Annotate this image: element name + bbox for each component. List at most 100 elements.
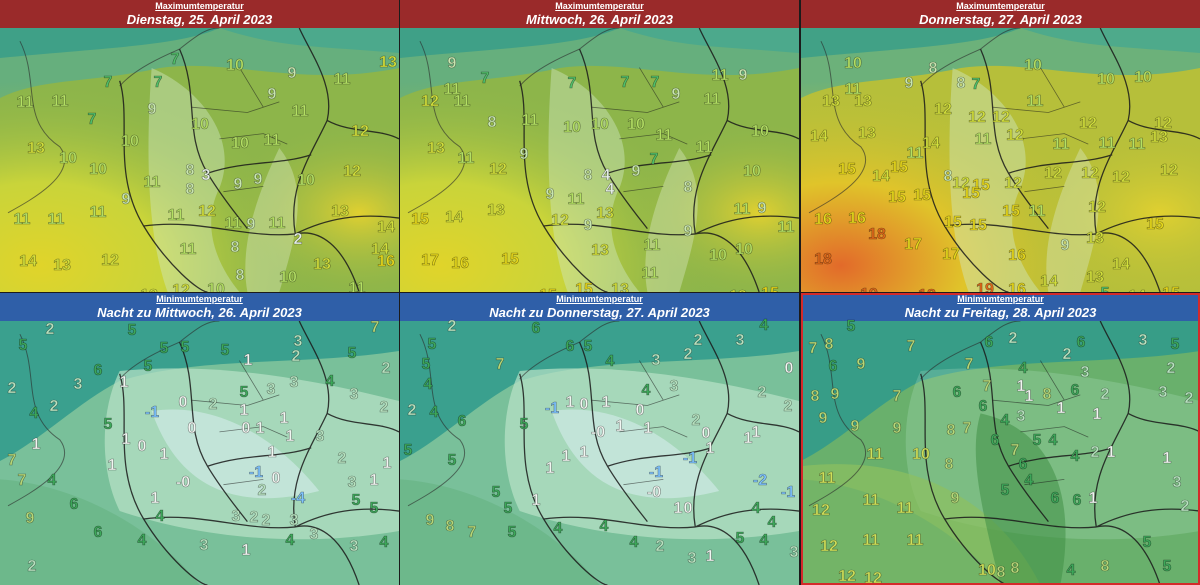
- temperature-value: 13: [379, 54, 397, 72]
- temperature-value: 3: [1158, 384, 1168, 402]
- temperature-value: 6: [828, 358, 838, 376]
- temperature-value: 7: [567, 75, 577, 93]
- temperature-value: 12: [421, 93, 439, 111]
- panel-header: Maximumtemperatur Donnerstag, 27. April 2…: [801, 0, 1200, 28]
- temperature-value: -1: [780, 484, 796, 502]
- temperature-value: 1: [601, 394, 611, 412]
- temperature-value: 15: [888, 189, 906, 207]
- forecast-panel-4: Minimumtemperatur Nacht zu Mittwoch, 26. …: [0, 293, 399, 585]
- temperature-value: 11: [521, 112, 539, 130]
- temperature-value: 3: [1138, 332, 1148, 350]
- temperature-value: 4: [1018, 360, 1028, 378]
- temperature-value: 11: [348, 280, 366, 292]
- temperature-value: 15: [969, 217, 987, 235]
- temperature-value: 3: [315, 428, 325, 446]
- temperature-value: 1: [531, 492, 541, 510]
- temperature-value: 12: [1079, 115, 1097, 133]
- temperature-value: 4: [629, 534, 639, 552]
- temperature-value: 4: [605, 181, 615, 199]
- temperature-value: 5: [180, 339, 190, 357]
- temperature-value: 6: [1076, 334, 1086, 352]
- temperature-value: 17: [904, 236, 922, 254]
- temperature-value: 5: [735, 530, 745, 548]
- temperature-value: 15: [1162, 285, 1180, 292]
- temperature-value: 2: [208, 396, 218, 414]
- temperature-value: 15: [913, 187, 931, 205]
- temperature-value: 2: [1008, 330, 1018, 348]
- temperature-value: 15: [411, 211, 429, 229]
- temperature-value: 5: [143, 358, 153, 376]
- temperature-value: 3: [347, 474, 357, 492]
- temperature-value: 4: [605, 353, 615, 371]
- temperature-value: 15: [944, 214, 962, 232]
- temperature-value: 16: [377, 253, 395, 271]
- temperature-value: 15: [539, 287, 557, 292]
- temperature-value: 13: [591, 242, 609, 260]
- panel-subtitle: Maximumtemperatur: [555, 1, 644, 11]
- temperature-value: 12: [198, 203, 216, 221]
- temperature-value: 3: [1172, 474, 1182, 492]
- temperature-value: 11: [89, 204, 107, 222]
- temperature-value: 8: [1100, 558, 1110, 576]
- temperature-value: 12: [864, 570, 882, 585]
- temperature-value: 11: [896, 500, 914, 518]
- temperature-value: 2: [1166, 360, 1176, 378]
- temperature-value: 5: [846, 318, 856, 336]
- temperature-value: 4: [1066, 562, 1076, 580]
- temperature-value: 5: [347, 345, 357, 363]
- temperature-value: 12: [343, 163, 361, 181]
- temperature-value: 11: [268, 215, 286, 233]
- temperature-value: 8: [824, 336, 834, 354]
- temperature-value: 6: [952, 384, 962, 402]
- temperature-value: 10: [743, 163, 761, 181]
- temperature-value: 11: [143, 174, 161, 192]
- temperature-value: 9: [1060, 237, 1070, 255]
- temperature-value: 11: [51, 93, 69, 111]
- temperature-value: 2: [337, 450, 347, 468]
- temperature-value: 7: [620, 74, 630, 92]
- temperature-value: 1: [279, 410, 289, 428]
- temperature-value: 11: [695, 139, 713, 157]
- temperature-value: 13: [858, 125, 876, 143]
- panel-date: Donnerstag, 27. April 2023: [919, 12, 1082, 27]
- temperature-value: 3: [266, 381, 276, 399]
- temperature-value: 11: [333, 71, 351, 89]
- temperature-value: 9: [757, 200, 767, 218]
- panel-date: Nacht zu Mittwoch, 26. April 2023: [97, 305, 302, 320]
- temperature-value: -1: [682, 450, 698, 468]
- temperature-value: 10: [226, 57, 244, 75]
- temperature-value: 10: [735, 241, 753, 259]
- temperature-value: 11: [862, 532, 880, 550]
- temperature-value: 5: [1000, 482, 1010, 500]
- temperature-value: 5: [18, 337, 28, 355]
- temperature-value: 9: [267, 86, 277, 104]
- temperature-value: 2: [291, 348, 301, 366]
- temperature-value: 4: [423, 376, 433, 394]
- panel-subtitle: Minimumtemperatur: [957, 294, 1044, 304]
- temperature-value: 9: [950, 490, 960, 508]
- temperature-value: 10: [207, 281, 225, 292]
- temperature-value: 9: [287, 65, 297, 83]
- temperature-value: -1: [248, 464, 264, 482]
- temperature-value: 7: [892, 388, 902, 406]
- temperature-value: 8: [1042, 386, 1052, 404]
- temperature-value: 6: [990, 432, 1000, 450]
- temperature-value: 5: [503, 500, 513, 518]
- temperature-value: 6: [1072, 492, 1082, 510]
- temperature-value: 2: [1090, 444, 1100, 462]
- temperature-value: 8: [445, 518, 455, 536]
- temperature-value: 11: [224, 215, 242, 233]
- temperature-value: 1: [1024, 388, 1034, 406]
- panel-header: Minimumtemperatur Nacht zu Mittwoch, 26. …: [0, 293, 399, 321]
- temperature-value: 14: [872, 168, 890, 186]
- temperature-value: 3: [199, 537, 209, 555]
- temperature-value: 12: [992, 109, 1010, 127]
- temperature-map: 2 6 6 5 2 3 4 5 7 4 3 2 5 0 4 4 3 2 2 2 4 -1 0 1 1 0 2 6 5 -0 1 1 0 1 5 5 1 1…: [400, 317, 799, 585]
- temperature-value: 1: [579, 444, 589, 462]
- temperature-map: 10 11 9 8 8 7 10 10 10 13 13 12 12 12 11 12 12 14 13 11 14 11…: [801, 28, 1200, 292]
- temperature-value: 5: [351, 492, 361, 510]
- temperature-value: 10: [279, 269, 297, 287]
- temperature-value: 11: [13, 211, 31, 229]
- temperature-value: 6: [565, 338, 575, 356]
- temperature-value: 14: [810, 128, 828, 146]
